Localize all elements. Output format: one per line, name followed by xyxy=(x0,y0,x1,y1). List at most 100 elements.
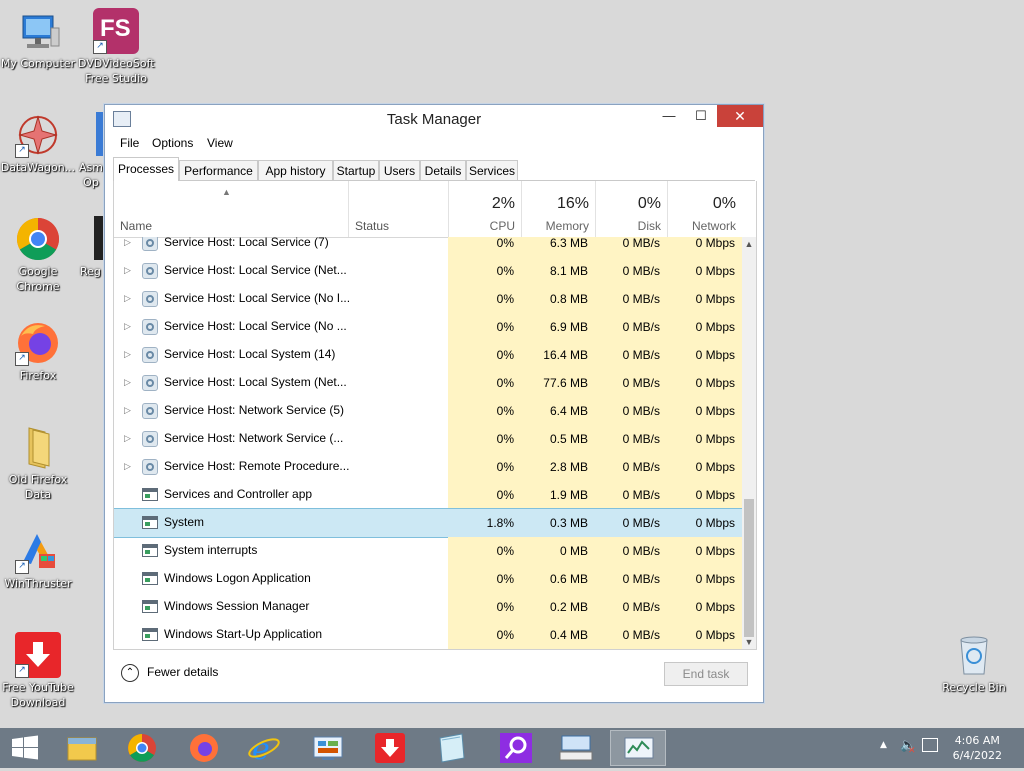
process-memory-cell: 6.3 MB xyxy=(521,237,595,257)
process-row[interactable]: 0% 6.9 MB 0 MB/s 0 Mbps ▷ Service Host: Local… xyxy=(114,313,742,341)
tab-app-history[interactable]: App history xyxy=(258,160,333,180)
process-cpu-cell: 0% xyxy=(448,285,521,313)
disk-percent: 0% xyxy=(637,195,661,212)
process-row[interactable]: 0% 0.5 MB 0 MB/s 0 Mbps ▷ Service Host: Netwo… xyxy=(114,425,742,453)
maximize-button[interactable]: ☐ xyxy=(685,105,717,127)
process-disk-cell: 0 MB/s xyxy=(595,369,667,397)
clock[interactable]: 4:06 AM 6/4/2022 xyxy=(953,733,1002,763)
desktop-icon-label: Google Chrome xyxy=(16,265,60,293)
taskbar-chrome[interactable] xyxy=(114,730,170,766)
scroll-down-icon[interactable]: ▼ xyxy=(742,635,756,649)
desktop-icon-label: Firefox xyxy=(19,369,57,382)
process-disk-cell: 0 MB/s xyxy=(595,237,667,257)
tab-startup[interactable]: Startup xyxy=(333,160,379,180)
desktop-icon-old-firefox-data[interactable]: Old Firefox Data xyxy=(0,424,76,502)
taskbar-firefox[interactable] xyxy=(176,730,232,766)
scroll-up-icon[interactable]: ▲ xyxy=(742,237,756,251)
process-row[interactable]: 0% 0 MB 0 MB/s 0 Mbps System interrupts xyxy=(114,537,742,565)
taskbar-file-explorer[interactable] xyxy=(54,730,110,766)
desktop-icon-firefox[interactable]: ↗ Firefox xyxy=(0,320,76,383)
process-row[interactable]: 0% 77.6 MB 0 MB/s 0 Mbps ▷ Service Host: Loca… xyxy=(114,369,742,397)
start-button[interactable] xyxy=(0,730,50,766)
desktop-icon-recycle-bin[interactable]: Recycle Bin xyxy=(936,632,1012,695)
expand-chevron-icon[interactable]: ▷ xyxy=(124,293,131,304)
process-row[interactable]: 0% 6.4 MB 0 MB/s 0 Mbps ▷ Service Host: Netwo… xyxy=(114,397,742,425)
memory-label: Memory xyxy=(545,219,589,233)
expand-chevron-icon[interactable]: ▷ xyxy=(124,321,131,332)
desktop-icon-reg[interactable]: Reg xyxy=(78,216,104,279)
process-row[interactable]: 0% 0.2 MB 0 MB/s 0 Mbps Windows Session Mana… xyxy=(114,593,742,621)
app-window-icon xyxy=(142,600,158,613)
process-name: Service Host: Local System (Net... xyxy=(164,375,347,389)
process-row[interactable]: 1.8% 0.3 MB 0 MB/s 0 Mbps System xyxy=(114,508,742,538)
column-header-status[interactable]: Status xyxy=(348,181,448,237)
processes-panel: ▲ Name Status 2% CPU 16% Memory 0% Disk … xyxy=(113,181,757,650)
column-header-cpu[interactable]: 2% CPU xyxy=(448,181,521,237)
taskbar-control-panel[interactable] xyxy=(300,730,356,766)
process-disk-cell: 0 MB/s xyxy=(595,397,667,425)
service-gear-icon xyxy=(142,237,158,251)
desktop-icon-datawagon[interactable]: ↗ DataWagon... xyxy=(0,112,76,175)
column-header-disk[interactable]: 0% Disk xyxy=(595,181,667,237)
tab-services[interactable]: Services xyxy=(466,160,518,180)
app-window-icon xyxy=(142,488,158,501)
process-disk-cell: 0 MB/s xyxy=(595,509,667,537)
process-disk-cell: 0 MB/s xyxy=(595,285,667,313)
taskbar-notepad[interactable] xyxy=(424,730,480,766)
expand-chevron-icon[interactable]: ▷ xyxy=(124,237,131,248)
fewer-details-button[interactable]: ⌃ Fewer details xyxy=(121,664,218,682)
expand-chevron-icon[interactable]: ▷ xyxy=(124,265,131,276)
network-icon[interactable] xyxy=(922,738,938,752)
column-header-name[interactable]: Name xyxy=(120,219,152,233)
expand-chevron-icon[interactable]: ▷ xyxy=(124,349,131,360)
minimize-button[interactable]: — xyxy=(653,105,685,127)
end-task-button[interactable]: End task xyxy=(664,662,748,686)
process-name: Service Host: Local Service (No I... xyxy=(164,291,351,305)
expand-chevron-icon[interactable]: ▷ xyxy=(124,405,131,416)
process-network-cell: 0 Mbps xyxy=(667,425,742,453)
desktop-icon-free-youtube-download[interactable]: ↗ Free YouTube Download xyxy=(0,632,76,710)
menu-options[interactable]: Options xyxy=(152,136,193,150)
vertical-scrollbar[interactable]: ▲ ▼ xyxy=(742,237,756,649)
desktop-icon-asm[interactable]: Asm Op xyxy=(78,112,104,190)
process-cpu-cell: 0% xyxy=(448,621,521,649)
process-memory-cell: 8.1 MB xyxy=(521,257,595,285)
tab-performance[interactable]: Performance xyxy=(179,160,258,180)
taskbar-task-manager[interactable] xyxy=(610,730,666,766)
taskbar-search-app[interactable] xyxy=(488,730,544,766)
taskbar-internet-explorer[interactable]: e xyxy=(236,730,292,767)
tab-processes[interactable]: Processes xyxy=(113,157,179,181)
desktop-icon-winthruster[interactable]: ↗ WinThruster xyxy=(0,528,76,591)
cpu-percent: 2% xyxy=(491,195,515,212)
expand-chevron-icon[interactable]: ▷ xyxy=(124,461,131,472)
desktop-icon-dvdvideosoft[interactable]: FS ↗ DVDVideoSoft Free Studio xyxy=(78,8,155,86)
process-row[interactable]: 0% 0.6 MB 0 MB/s 0 Mbps Windows Logon Applic… xyxy=(114,565,742,593)
expand-chevron-icon[interactable]: ▷ xyxy=(124,433,131,444)
close-button[interactable]: ✕ xyxy=(717,105,763,127)
process-row[interactable]: 0% 6.3 MB 0 MB/s 0 Mbps ▷ Service Host: Local… xyxy=(114,237,742,257)
taskbar-youtube-download[interactable] xyxy=(362,730,418,766)
process-name: Services and Controller app xyxy=(164,487,313,501)
menu-file[interactable]: File xyxy=(120,136,139,150)
taskbar-keyboard[interactable] xyxy=(548,730,604,766)
desktop-icon-my-computer[interactable]: My Computer xyxy=(0,8,76,71)
tab-users[interactable]: Users xyxy=(379,160,420,180)
process-cpu-cell: 0% xyxy=(448,593,521,621)
expand-chevron-icon[interactable]: ▷ xyxy=(124,377,131,388)
column-header-row: ▲ Name Status 2% CPU 16% Memory 0% Disk … xyxy=(114,181,756,238)
process-row[interactable]: 0% 8.1 MB 0 MB/s 0 Mbps ▷ Service Host: Local… xyxy=(114,257,742,285)
process-row[interactable]: 0% 1.9 MB 0 MB/s 0 Mbps Services and Control… xyxy=(114,481,742,509)
process-network-cell: 0 Mbps xyxy=(667,341,742,369)
column-header-memory[interactable]: 16% Memory xyxy=(521,181,595,237)
tab-details[interactable]: Details xyxy=(420,160,466,180)
process-row[interactable]: 0% 0.8 MB 0 MB/s 0 Mbps ▷ Service Host: Local… xyxy=(114,285,742,313)
show-hidden-icons-icon[interactable]: ▲ xyxy=(880,740,887,750)
process-row[interactable]: 0% 2.8 MB 0 MB/s 0 Mbps ▷ Service Host: Remot… xyxy=(114,453,742,481)
title-bar[interactable]: Task Manager — ☐ ✕ xyxy=(105,105,763,133)
desktop-icon-chrome[interactable]: Google Chrome xyxy=(0,216,76,294)
process-row[interactable]: 0% 0.4 MB 0 MB/s 0 Mbps Windows Start-Up App… xyxy=(114,621,742,649)
menu-view[interactable]: View xyxy=(207,136,233,150)
scrollbar-thumb[interactable] xyxy=(744,499,754,637)
column-header-network[interactable]: 0% Network xyxy=(667,181,742,237)
process-row[interactable]: 0% 16.4 MB 0 MB/s 0 Mbps ▷ Service Host: Loca… xyxy=(114,341,742,369)
